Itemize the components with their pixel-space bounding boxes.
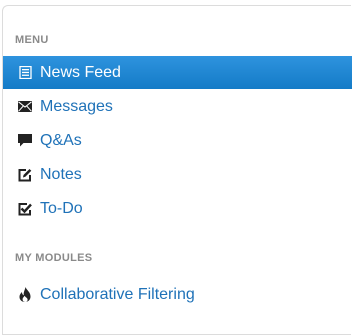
sidebar-item-label: To-Do — [40, 199, 83, 217]
sidebar-item-messages[interactable]: Messages — [3, 90, 352, 123]
checkbox-icon — [17, 201, 33, 217]
sidebar-item-todo[interactable]: To-Do — [3, 192, 352, 225]
sidebar-item-notes[interactable]: Notes — [3, 158, 352, 191]
sidebar-item-collaborative-filtering[interactable]: Collaborative Filtering — [3, 278, 352, 311]
comment-icon — [17, 133, 33, 149]
menu-section-header: MENU — [15, 34, 49, 46]
sidebar-item-label: Q&As — [40, 131, 82, 149]
sidebar-panel: MENU News Feed Messages Q&As Notes To-Do… — [2, 5, 352, 335]
envelope-icon — [17, 99, 33, 115]
sidebar-item-qas[interactable]: Q&As — [3, 124, 352, 157]
sidebar-item-news-feed[interactable]: News Feed — [3, 56, 352, 89]
edit-icon — [17, 167, 33, 183]
fire-icon — [17, 287, 33, 303]
sidebar-item-label: Messages — [40, 97, 113, 115]
list-icon — [17, 65, 33, 81]
sidebar-item-label: Collaborative Filtering — [40, 285, 195, 303]
sidebar-item-label: News Feed — [40, 63, 121, 81]
sidebar-item-label: Notes — [40, 165, 82, 183]
my-modules-section-header: MY MODULES — [15, 252, 93, 264]
